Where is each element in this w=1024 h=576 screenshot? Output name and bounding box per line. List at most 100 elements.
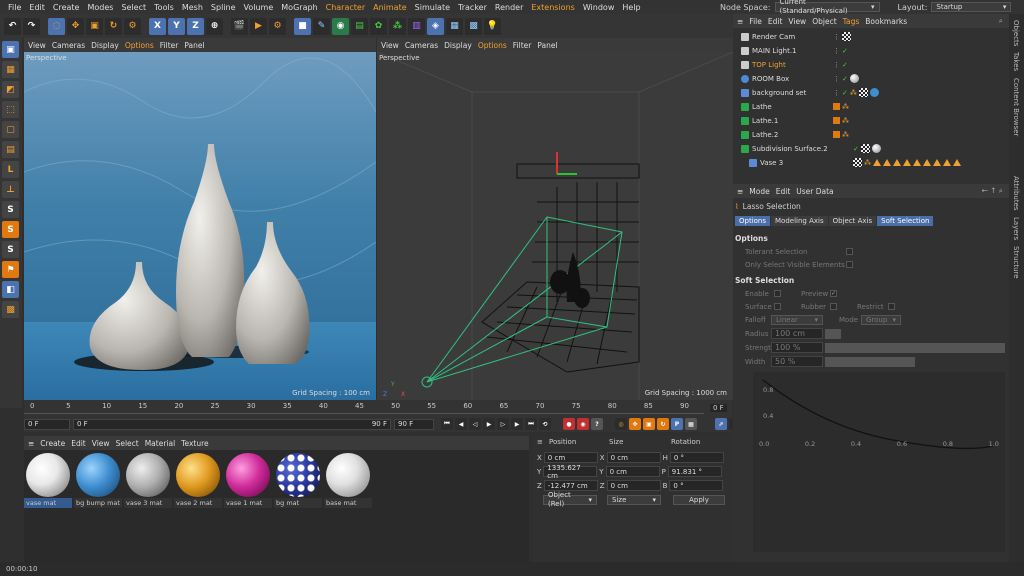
menu-simulate[interactable]: Simulate xyxy=(411,3,454,12)
strength-slider[interactable] xyxy=(825,343,1005,353)
object-row[interactable]: MAIN Light.1 ⋮ ✓ xyxy=(733,44,1001,57)
menu-extensions[interactable]: Extensions xyxy=(527,3,578,12)
subdivision-icon[interactable]: ◉ xyxy=(332,17,349,35)
mat-material-menu[interactable]: Material xyxy=(145,439,175,448)
obj-object-menu[interactable]: Object xyxy=(812,17,836,26)
cube-icon[interactable]: ■ xyxy=(294,17,311,35)
tweak-icon[interactable]: ⊥ xyxy=(2,181,19,198)
material-swatch[interactable]: base mat xyxy=(324,452,372,510)
viewport-perspective[interactable]: View Cameras Display Options Filter Pane… xyxy=(377,38,733,400)
hamburger-icon[interactable]: ≡ xyxy=(537,438,543,446)
floor-icon[interactable]: ▦ xyxy=(446,17,463,35)
menu-modes[interactable]: Modes xyxy=(83,3,117,12)
render-settings-icon[interactable]: ⚙ xyxy=(269,17,286,35)
quantize-icon[interactable]: ▩ xyxy=(2,301,19,318)
object-row[interactable]: TOP Light ⋮ ✓ xyxy=(733,58,1001,71)
object-row[interactable]: Lathe ⁂ xyxy=(733,100,1001,113)
next-key-icon[interactable]: ▶ xyxy=(511,418,523,430)
edges-mode-icon[interactable]: ▢ xyxy=(2,121,19,138)
snap-icon[interactable]: S xyxy=(2,201,19,218)
end-frame-field[interactable]: 90 F xyxy=(394,418,434,430)
tab-soft-selection[interactable]: Soft Selection xyxy=(877,216,934,226)
scale-icon[interactable]: ▣ xyxy=(86,17,103,35)
material-swatch[interactable]: vase 3 mat xyxy=(124,452,172,510)
mat-texture-menu[interactable]: Texture xyxy=(181,439,208,448)
object-row[interactable]: Lathe.1 ⁂ xyxy=(733,114,1001,127)
move-icon[interactable]: ✥ xyxy=(67,17,84,35)
obj-bookmarks-menu[interactable]: Bookmarks xyxy=(865,17,907,26)
side-tab-attributes[interactable]: Attributes xyxy=(1012,176,1020,211)
rotation-p-field[interactable]: 91.831 ° xyxy=(667,466,722,477)
object-row[interactable]: Vase 3 ⁂ xyxy=(733,156,1001,169)
cameras-menu[interactable]: Cameras xyxy=(405,41,438,50)
attr-edit-menu[interactable]: Edit xyxy=(776,187,791,196)
size-x-field[interactable]: 0 cm xyxy=(606,452,661,463)
cameras-menu[interactable]: Cameras xyxy=(52,41,85,50)
object-row[interactable]: Lathe.2 ⁂ xyxy=(733,128,1001,141)
radius-slider[interactable] xyxy=(825,329,841,339)
tab-object-axis[interactable]: Object Axis xyxy=(828,216,877,226)
falloff-dropdown[interactable]: Linear ▾ xyxy=(771,315,823,325)
position-y-field[interactable]: 1335.627 cm xyxy=(543,464,598,480)
restrict-checkbox[interactable] xyxy=(888,303,895,310)
attr-mode-menu[interactable]: Mode xyxy=(749,187,769,196)
keyframe-selection-icon[interactable]: ? xyxy=(591,418,603,430)
mat-view-menu[interactable]: View xyxy=(92,439,110,448)
mat-create-menu[interactable]: Create xyxy=(40,439,65,448)
view-menu[interactable]: View xyxy=(381,41,399,50)
live-select-icon[interactable]: ◌ xyxy=(48,17,65,35)
key-scale-icon[interactable]: ▣ xyxy=(643,418,655,430)
size-y-field[interactable]: 0 cm xyxy=(605,466,660,477)
texture-mode-icon[interactable]: ▦ xyxy=(2,61,19,78)
loop-icon[interactable]: ⟲ xyxy=(539,418,551,430)
menu-animate[interactable]: Animate xyxy=(369,3,411,12)
hamburger-icon[interactable]: ≡ xyxy=(28,439,34,448)
key-pla-icon[interactable]: ▦ xyxy=(685,418,697,430)
material-swatch[interactable]: vase 2 mat xyxy=(174,452,222,510)
mat-edit-menu[interactable]: Edit xyxy=(71,439,86,448)
falloff-graph[interactable]: 0.8 0.4 0.0 0.2 0.4 0.6 0.8 1.0 xyxy=(753,372,1005,552)
material-swatch[interactable]: vase 1 mat xyxy=(224,452,272,510)
perspective-canvas[interactable]: Y X Z Perspective Grid Spacing : 1000 cm xyxy=(377,52,733,400)
prev-key-icon[interactable]: ◀ xyxy=(455,418,467,430)
autokey-icon[interactable]: ◉ xyxy=(577,418,589,430)
motion-track-icon[interactable]: ⇗ xyxy=(715,418,727,430)
record-icon[interactable]: ● xyxy=(563,418,575,430)
polygons-mode-icon[interactable]: ▤ xyxy=(2,141,19,158)
material-swatch[interactable]: vase mat xyxy=(24,452,72,510)
view-menu[interactable]: View xyxy=(28,41,46,50)
rotation-b-field[interactable]: 0 ° xyxy=(669,480,724,491)
width-slider[interactable] xyxy=(825,357,915,367)
filter-menu[interactable]: Filter xyxy=(160,41,179,50)
render-view-icon[interactable]: 🎬 xyxy=(231,17,248,35)
layout-dropdown[interactable]: Startup ▾ xyxy=(931,2,1012,12)
render-canvas[interactable]: Perspective Grid Spacing : 100 cm xyxy=(24,52,376,400)
menu-help[interactable]: Help xyxy=(618,3,644,12)
side-tab-takes[interactable]: Takes xyxy=(1012,52,1020,71)
surface-checkbox[interactable] xyxy=(774,303,781,310)
coordinate-system-icon[interactable]: ⊕ xyxy=(206,17,223,35)
preview-checkbox[interactable]: ✓ xyxy=(830,290,837,297)
snap-enable-icon[interactable]: S xyxy=(2,221,19,238)
side-tab-content-browser[interactable]: Content Browser xyxy=(1012,78,1020,136)
undo-icon[interactable]: ↶ xyxy=(4,17,21,35)
y-axis-button[interactable]: Y xyxy=(168,17,185,35)
menu-volume[interactable]: Volume xyxy=(240,3,278,12)
display-menu[interactable]: Display xyxy=(444,41,472,50)
rubber-checkbox[interactable] xyxy=(830,303,837,310)
menu-spline[interactable]: Spline xyxy=(207,3,240,12)
axis-mode-icon[interactable]: L xyxy=(2,161,19,178)
mat-select-menu[interactable]: Select xyxy=(116,439,139,448)
options-menu[interactable]: Options xyxy=(125,41,154,50)
redo-icon[interactable]: ↷ xyxy=(23,17,40,35)
menu-tracker[interactable]: Tracker xyxy=(454,3,491,12)
search-icon[interactable]: ⌕ xyxy=(999,16,1003,26)
hamburger-icon[interactable]: ≡ xyxy=(737,187,743,196)
menu-character[interactable]: Character xyxy=(322,3,370,12)
key-position-icon[interactable]: ◎ xyxy=(615,418,627,430)
key-rotate-icon[interactable]: ↻ xyxy=(657,418,669,430)
prev-frame-icon[interactable]: ◁ xyxy=(469,418,481,430)
mode-dropdown[interactable]: Group ▾ xyxy=(861,315,901,325)
go-start-icon[interactable]: ⏮ xyxy=(441,418,453,430)
object-row[interactable]: Render Cam ⋮ xyxy=(733,30,1001,43)
